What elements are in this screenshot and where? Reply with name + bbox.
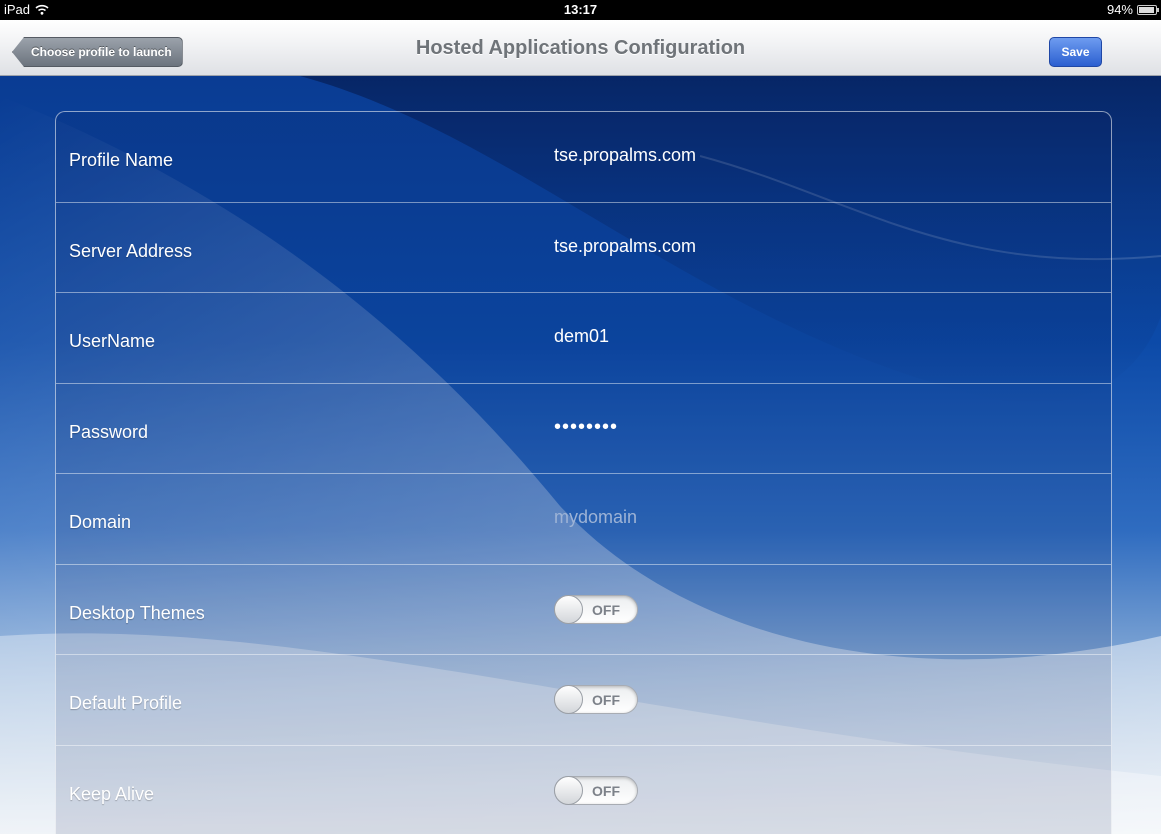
default-profile-toggle[interactable]: OFF [554, 685, 638, 714]
battery-icon [1137, 4, 1159, 15]
username-label: UserName [69, 331, 156, 351]
toggle-knob [554, 685, 583, 714]
desktop-themes-toggle[interactable]: OFF [554, 594, 638, 624]
desktop-themes-row: Desktop Themes OFF [56, 565, 1111, 655]
keep-alive-row: Keep Alive OFF [56, 746, 1111, 834]
domain-row[interactable]: Domain mydomain [56, 474, 1111, 565]
navigation-bar: Choose profile to launch Hosted Applicat… [0, 20, 1161, 76]
password-input[interactable]: •••••••• [554, 416, 618, 439]
profile-name-label: Profile Name [69, 150, 174, 170]
toggle-knob [554, 775, 583, 805]
profile-name-row[interactable]: Profile Name tse.propalms.com [56, 112, 1111, 203]
toggle-state: OFF [592, 782, 620, 799]
keep-alive-toggle[interactable]: OFF [554, 775, 638, 805]
keep-alive-label: Keep Alive [69, 783, 155, 804]
server-address-label: Server Address [69, 240, 193, 261]
desktop-themes-label: Desktop Themes [69, 602, 205, 623]
toggle-state: OFF [592, 692, 620, 708]
password-row[interactable]: Password •••••••• [56, 384, 1111, 474]
toggle-state: OFF [592, 601, 620, 618]
password-label: Password [69, 421, 149, 442]
clock: 13:17 [563, 2, 598, 17]
domain-input[interactable]: mydomain [554, 507, 637, 528]
page-title: Hosted Applications Configuration [415, 37, 746, 59]
domain-label: Domain [69, 512, 132, 532]
save-button[interactable]: Save [1049, 37, 1102, 67]
status-bar: iPad 13:17 94% [0, 0, 1161, 20]
server-address-row[interactable]: Server Address tse.propalms.com [56, 203, 1111, 293]
status-right: 94% [1106, 2, 1159, 17]
username-input[interactable]: dem01 [554, 326, 609, 347]
battery-percent: 94% [1106, 2, 1133, 17]
settings-table: Profile Name tse.propalms.com Server Add… [55, 111, 1112, 834]
toggle-knob [554, 594, 583, 624]
username-row[interactable]: UserName dem01 [56, 293, 1111, 384]
default-profile-label: Default Profile [69, 693, 183, 713]
server-address-input[interactable]: tse.propalms.com [554, 236, 696, 257]
profile-name-input[interactable]: tse.propalms.com [554, 145, 696, 166]
default-profile-row: Default Profile OFF [56, 655, 1111, 746]
